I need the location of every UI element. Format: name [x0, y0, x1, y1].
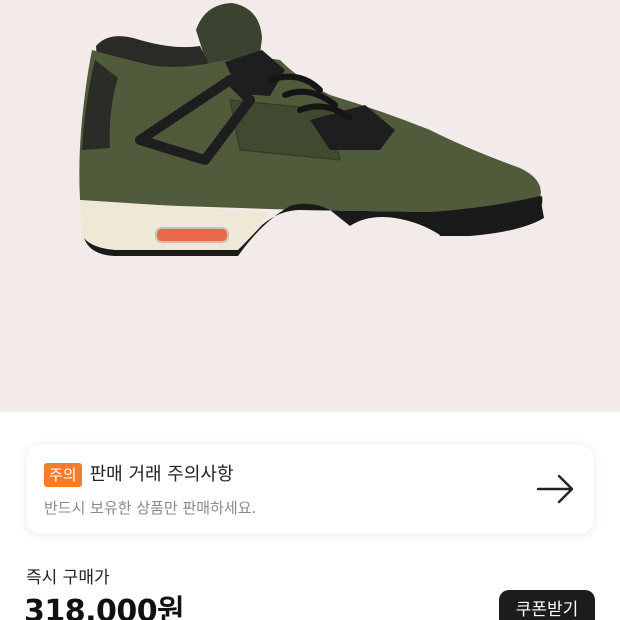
product-image-area: [0, 0, 620, 412]
get-coupon-button[interactable]: 쿠폰받기: [499, 590, 595, 620]
selling-notice-card[interactable]: 주의 판매 거래 주의사항 반드시 보유한 상품만 판매하세요.: [26, 444, 594, 534]
caution-badge: 주의: [44, 463, 82, 487]
instant-buy-price: 318,000원: [24, 594, 185, 620]
instant-buy-price-label: 즉시 구매가: [26, 568, 110, 588]
notice-title: 판매 거래 주의사항: [89, 464, 234, 485]
notice-header: 주의 판매 거래 주의사항: [44, 462, 234, 488]
sneaker-image: [79, 3, 544, 256]
notice-subtitle: 반드시 보유한 상품만 판매하세요.: [44, 499, 257, 517]
sneaker-air-unit: [155, 227, 229, 243]
arrow-right-icon[interactable]: [534, 472, 578, 506]
